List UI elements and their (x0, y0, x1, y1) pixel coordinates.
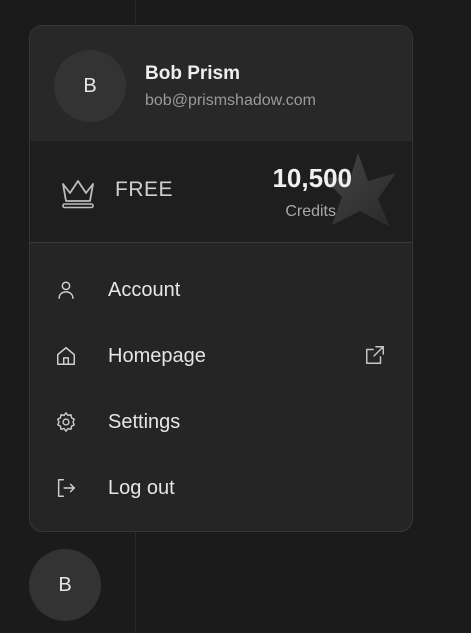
menu-item-label: Account (108, 278, 181, 301)
credits-label: Credits (285, 203, 336, 220)
menu-item-label: Log out (108, 476, 175, 499)
user-menu: B Bob Prism bob@prismshadow.com FREE 10,… (29, 25, 413, 532)
avatar-initial: B (83, 74, 97, 97)
menu-item-label: Homepage (108, 344, 206, 367)
gear-icon (54, 410, 78, 434)
crown-icon (60, 177, 96, 209)
logout-icon (54, 476, 78, 500)
avatar: B (54, 50, 126, 122)
user-icon (54, 278, 78, 302)
menu-item-logout[interactable]: Log out (30, 460, 412, 516)
menu-item-label: Settings (108, 410, 181, 433)
menu-item-settings[interactable]: Settings (30, 394, 412, 450)
user-header: B Bob Prism bob@prismshadow.com (30, 26, 412, 141)
external-link-icon[interactable] (364, 344, 388, 368)
sidebar-avatar-button[interactable]: B (29, 549, 101, 621)
home-icon (54, 344, 78, 368)
user-email: bob@prismshadow.com (145, 92, 316, 109)
avatar-initial: B (58, 573, 72, 596)
menu-item-homepage[interactable]: Homepage (30, 328, 412, 384)
plan-row: FREE 10,500 Credits (30, 141, 412, 243)
credits-value: 10,500 (272, 163, 352, 193)
menu-item-account[interactable]: Account (30, 262, 412, 318)
plan-name: FREE (115, 178, 174, 201)
user-name: Bob Prism (145, 63, 241, 84)
